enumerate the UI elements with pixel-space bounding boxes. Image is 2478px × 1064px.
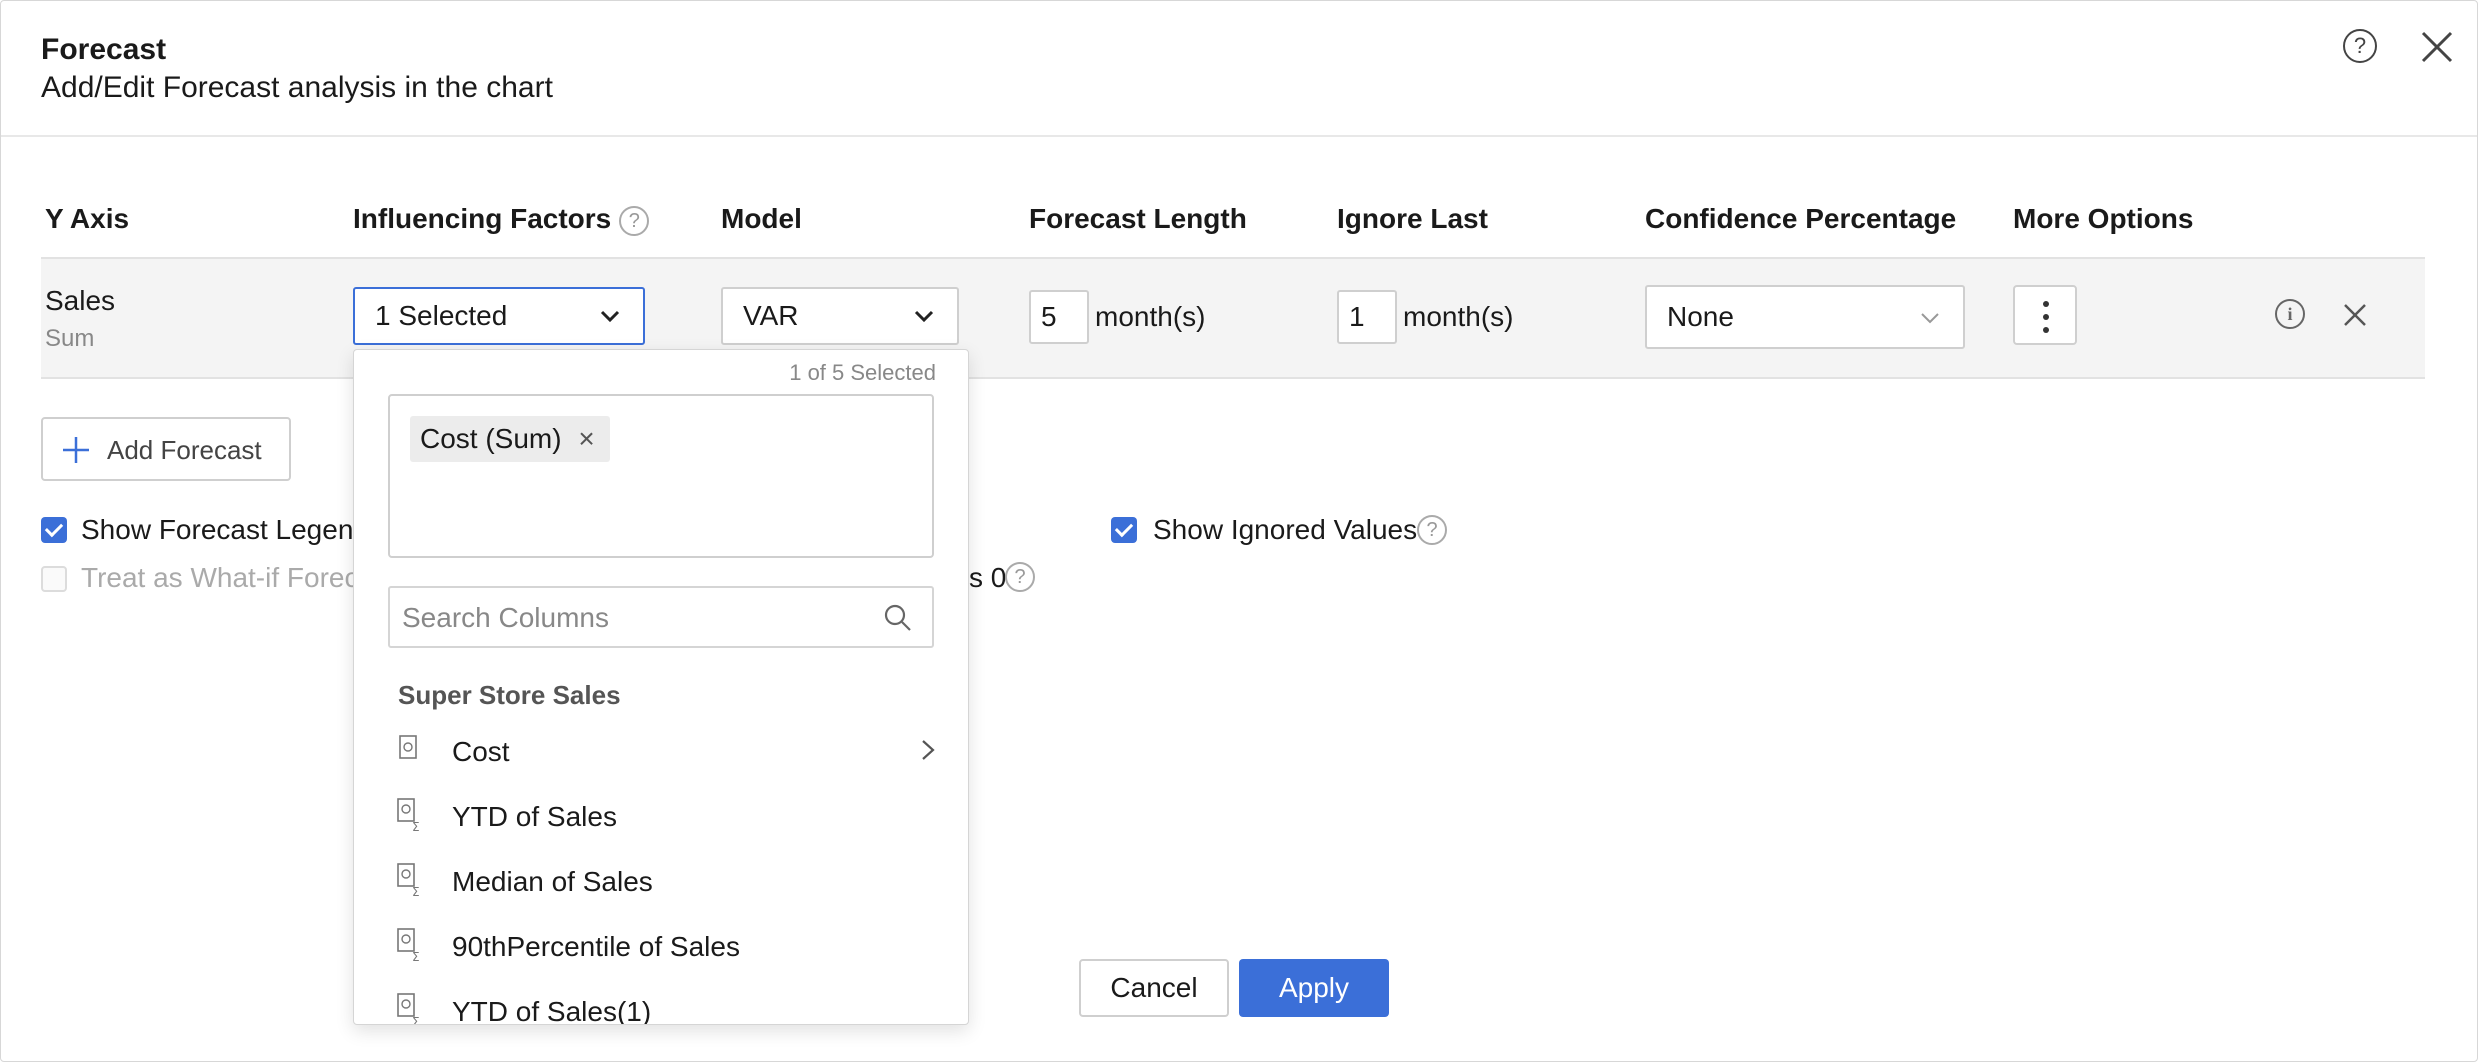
show-forecast-legend-checkbox[interactable] [41,517,67,543]
treat-as-whatif-label: Treat as What-if Forec [81,562,359,593]
confidence-percentage-value: None [1667,301,1734,332]
aggregate-measure-icon: Σ [397,798,420,833]
help-icon[interactable]: ? [1005,562,1035,592]
chevron-right-icon[interactable] [918,738,938,762]
plus-icon [63,437,89,463]
column-group-title: Super Store Sales [398,680,621,710]
search-input[interactable] [400,596,864,640]
forecast-dialog: Forecast Add/Edit Forecast analysis in t… [0,0,2478,1062]
cancel-button[interactable]: Cancel [1079,959,1229,1017]
column-item[interactable]: Σ YTD of Sales [354,789,968,845]
help-icon[interactable]: ? [619,205,650,236]
partial-option-label: s 0 [969,562,1007,593]
column-item[interactable]: Cost [354,724,968,780]
svg-text:Σ: Σ [412,885,420,898]
col-header-ignore-last: Ignore Last [1337,203,1488,234]
y-axis-name: Sales [45,285,116,316]
apply-button[interactable]: Apply [1239,959,1389,1017]
column-item-label: YTD of Sales [452,801,617,832]
svg-text:Σ: Σ [412,1015,420,1025]
help-icon[interactable]: ? [1417,515,1447,545]
col-header-influencing-label: Influencing Factors [353,203,612,234]
svg-text:Σ: Σ [412,950,420,963]
col-header-more-options: More Options [2013,203,2194,234]
add-forecast-label: Add Forecast [107,435,262,465]
col-header-confidence-percentage: Confidence Percentage [1645,203,1957,234]
confidence-percentage-select[interactable]: None [1645,285,1965,349]
model-value: VAR [743,300,799,331]
influencing-factors-value: 1 Selected [375,300,508,331]
ignore-last-input[interactable]: 1 [1337,290,1397,344]
aggregate-measure-icon: Σ [397,863,420,898]
model-select[interactable]: VAR [721,287,959,345]
forecast-length-unit: month(s) [1095,301,1206,332]
treat-as-whatif-checkbox [41,566,67,592]
more-options-button[interactable] [2013,285,2077,345]
col-header-influencing-factors: Influencing Factors? [353,203,650,236]
ignore-last-unit: month(s) [1403,301,1514,332]
column-item-label: Cost [452,736,510,767]
kebab-dot [2043,327,2049,333]
chip-label: Cost (Sum) [420,423,562,454]
show-ignored-values-label: Show Ignored Values [1153,514,1418,545]
forecast-length-input[interactable]: 5 [1029,290,1089,344]
column-item-label: Median of Sales [452,866,653,897]
add-forecast-button[interactable]: Add Forecast [41,417,291,481]
selected-chip: Cost (Sum) × [410,416,610,462]
remove-row-icon[interactable] [2339,299,2371,331]
column-item[interactable]: Σ 90thPercentile of Sales [354,919,968,975]
column-item[interactable]: Σ YTD of Sales(1) [354,984,968,1025]
dialog-header: Forecast Add/Edit Forecast analysis in t… [1,1,2477,137]
column-item[interactable]: Σ Median of Sales [354,854,968,910]
chip-remove-icon[interactable]: × [572,424,602,454]
kebab-dot [2043,314,2049,320]
column-item-label: 90thPercentile of Sales [452,931,740,962]
show-ignored-values-checkbox[interactable] [1111,517,1137,543]
selected-chips-box: Cost (Sum) × [388,394,934,558]
chevron-down-icon [600,310,620,323]
chevron-down-icon [914,310,934,323]
close-icon[interactable] [2417,27,2457,67]
help-icon[interactable]: ? [2343,29,2377,63]
info-icon[interactable]: i [2275,299,2305,329]
col-header-model: Model [721,203,802,234]
selected-count: 1 of 5 Selected [789,360,936,385]
dialog-title: Forecast [41,33,167,66]
y-axis-aggregation: Sum [45,325,95,352]
measure-icon [399,735,417,759]
search-columns-box [388,586,934,648]
dialog-subtitle: Add/Edit Forecast analysis in the chart [41,71,553,104]
aggregate-measure-icon: Σ [397,993,420,1025]
column-item-label: YTD of Sales(1) [452,996,652,1025]
show-forecast-legend-label: Show Forecast Legend [81,514,369,545]
aggregate-measure-icon: Σ [397,928,420,963]
col-header-forecast-length: Forecast Length [1029,203,1247,234]
influencing-factors-select[interactable]: 1 Selected [353,287,645,345]
search-icon [884,604,911,631]
kebab-dot [2043,301,2049,307]
chevron-down-icon [1921,313,1939,324]
svg-text:Σ: Σ [412,820,420,833]
col-header-y-axis: Y Axis [45,203,130,234]
influencing-factors-dropdown: 1 of 5 Selected Cost (Sum) × Super Store… [353,349,969,1025]
